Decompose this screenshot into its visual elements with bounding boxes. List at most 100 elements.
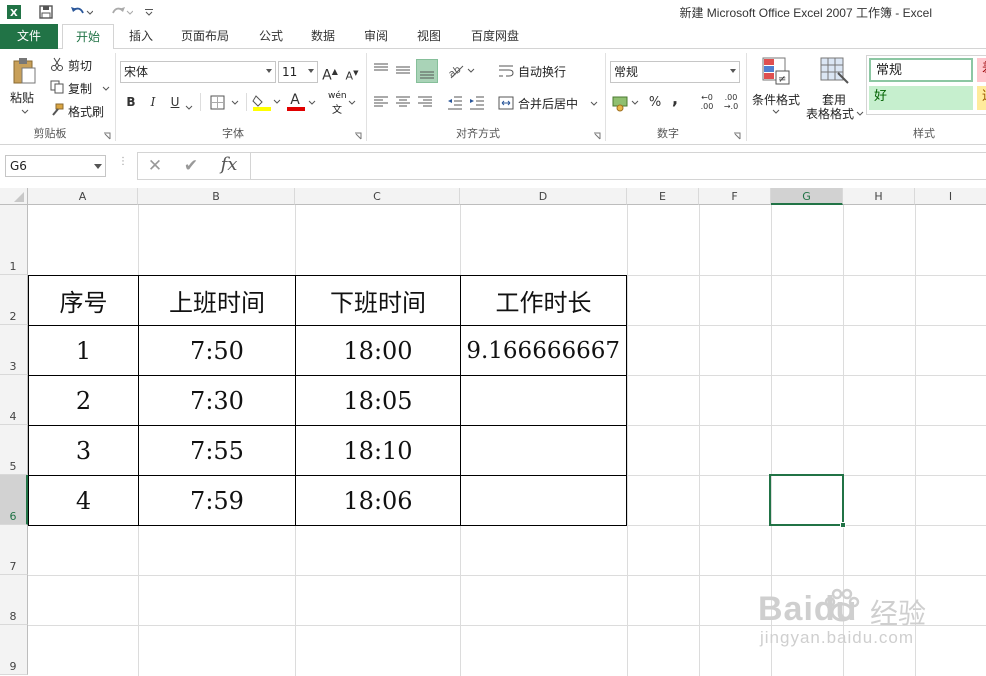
table-cell[interactable]: [460, 425, 627, 476]
row-header-9[interactable]: 9: [0, 625, 28, 675]
select-all-button[interactable]: [0, 188, 28, 205]
customize-qat-icon[interactable]: [142, 2, 156, 22]
align-right-button[interactable]: [416, 93, 436, 113]
wrap-text-button[interactable]: 自动换行: [496, 61, 586, 81]
table-cell[interactable]: 3: [28, 425, 139, 476]
row-header-5[interactable]: 5: [0, 425, 28, 475]
table-cell[interactable]: 7:50: [138, 325, 296, 376]
cancel-icon[interactable]: ✕: [144, 156, 166, 176]
row-header-6[interactable]: 6: [0, 475, 28, 525]
format-as-table-button[interactable]: 套用 表格格式: [804, 55, 864, 121]
table-cell[interactable]: 9.166666667: [460, 325, 627, 376]
redo-icon[interactable]: [106, 2, 136, 22]
table-cell[interactable]: 18:10: [295, 425, 461, 476]
column-header-h[interactable]: H: [843, 188, 915, 205]
tab-file[interactable]: 文件: [0, 24, 58, 49]
decrease-indent-button[interactable]: [446, 93, 466, 113]
worksheet-grid[interactable]: A B C D E F G H I 1 2 3 4 5 6 7 8 9 序号 上…: [0, 188, 986, 676]
column-header-e[interactable]: E: [627, 188, 699, 205]
row-header-2[interactable]: 2: [0, 275, 28, 325]
table-cell[interactable]: [460, 475, 627, 526]
tab-data[interactable]: 数据: [302, 24, 344, 49]
dialog-launcher-icon[interactable]: [103, 129, 111, 140]
paste-button[interactable]: 粘贴: [8, 55, 40, 119]
style-bad[interactable]: 差: [977, 58, 986, 82]
table-cell[interactable]: 7:55: [138, 425, 296, 476]
format-painter-button[interactable]: 格式刷: [48, 101, 112, 121]
font-size-select[interactable]: 11: [278, 61, 318, 83]
tab-home[interactable]: 开始: [62, 24, 114, 50]
table-header-cell[interactable]: 序号: [28, 275, 139, 326]
align-bottom-button[interactable]: [416, 59, 438, 83]
fill-handle[interactable]: [840, 522, 846, 528]
table-cell[interactable]: 7:30: [138, 375, 296, 426]
copy-button[interactable]: 复制: [48, 78, 112, 98]
insert-function-icon[interactable]: fx: [216, 155, 242, 175]
dialog-launcher-icon[interactable]: [593, 129, 601, 140]
percent-style-button[interactable]: %: [646, 93, 664, 113]
save-icon[interactable]: [36, 2, 56, 22]
column-header-i[interactable]: I: [915, 188, 986, 205]
tab-review[interactable]: 审阅: [355, 24, 397, 49]
tab-baidu-netdisk[interactable]: 百度网盘: [462, 24, 528, 49]
row-header-1[interactable]: 1: [0, 205, 28, 275]
chevron-down-icon[interactable]: [185, 100, 193, 114]
table-header-cell[interactable]: 下班时间: [295, 275, 461, 326]
orientation-button[interactable]: ab: [446, 61, 478, 81]
phonetic-button[interactable]: wén 文: [326, 91, 358, 116]
name-box[interactable]: G6: [5, 155, 106, 177]
column-header-c[interactable]: C: [295, 188, 460, 205]
shrink-font-button[interactable]: A▼: [342, 63, 362, 83]
bold-button[interactable]: B: [122, 92, 140, 112]
table-cell[interactable]: 7:59: [138, 475, 296, 526]
dialog-launcher-icon[interactable]: [354, 129, 362, 140]
align-left-button[interactable]: [372, 93, 392, 113]
formula-bar-grip[interactable]: ⋮: [118, 157, 128, 172]
column-header-f[interactable]: F: [699, 188, 771, 205]
table-cell[interactable]: 2: [28, 375, 139, 426]
fill-color-button[interactable]: [252, 93, 284, 111]
tab-view[interactable]: 视图: [408, 24, 450, 49]
accounting-format-button[interactable]: [612, 93, 642, 113]
column-header-b[interactable]: B: [138, 188, 295, 205]
table-cell[interactable]: 18:00: [295, 325, 461, 376]
table-cell[interactable]: 1: [28, 325, 139, 376]
selected-cell-g6[interactable]: [769, 474, 844, 526]
conditional-format-button[interactable]: ≠ 条件格式: [750, 55, 802, 121]
column-header-a[interactable]: A: [28, 188, 138, 205]
table-cell[interactable]: 4: [28, 475, 139, 526]
merge-center-button[interactable]: 合并后居中: [496, 93, 600, 113]
row-header-7[interactable]: 7: [0, 525, 28, 575]
cut-button[interactable]: 剪切: [48, 55, 108, 75]
font-color-button[interactable]: A: [286, 92, 318, 111]
decrease-decimal-button[interactable]: .00 →.0: [720, 93, 742, 113]
table-cell[interactable]: [460, 375, 627, 426]
italic-button[interactable]: I: [144, 92, 162, 112]
align-center-button[interactable]: [394, 93, 414, 113]
borders-button[interactable]: [210, 95, 242, 111]
undo-icon[interactable]: [66, 2, 96, 22]
table-cell[interactable]: 18:06: [295, 475, 461, 526]
font-name-select[interactable]: 宋体: [120, 61, 276, 83]
formula-input[interactable]: [250, 152, 986, 180]
row-header-8[interactable]: 8: [0, 575, 28, 625]
align-middle-button[interactable]: [394, 61, 414, 81]
row-header-4[interactable]: 4: [0, 375, 28, 425]
column-header-d[interactable]: D: [460, 188, 627, 205]
increase-indent-button[interactable]: [468, 93, 488, 113]
tab-page-layout[interactable]: 页面布局: [172, 24, 238, 49]
tab-insert[interactable]: 插入: [120, 24, 162, 49]
column-header-g[interactable]: G: [771, 188, 843, 205]
number-format-select[interactable]: 常规: [610, 61, 740, 83]
table-cell[interactable]: 18:05: [295, 375, 461, 426]
style-normal[interactable]: 常规: [869, 58, 973, 82]
underline-button[interactable]: U: [166, 92, 184, 112]
tab-formulas[interactable]: 公式: [250, 24, 292, 49]
dialog-launcher-icon[interactable]: [733, 129, 741, 140]
comma-style-button[interactable]: ,: [668, 89, 682, 109]
row-header-3[interactable]: 3: [0, 325, 28, 375]
table-header-cell[interactable]: 上班时间: [138, 275, 296, 326]
align-top-button[interactable]: [372, 61, 392, 81]
style-good[interactable]: 好: [869, 86, 973, 110]
style-neutral[interactable]: 适: [977, 86, 986, 110]
